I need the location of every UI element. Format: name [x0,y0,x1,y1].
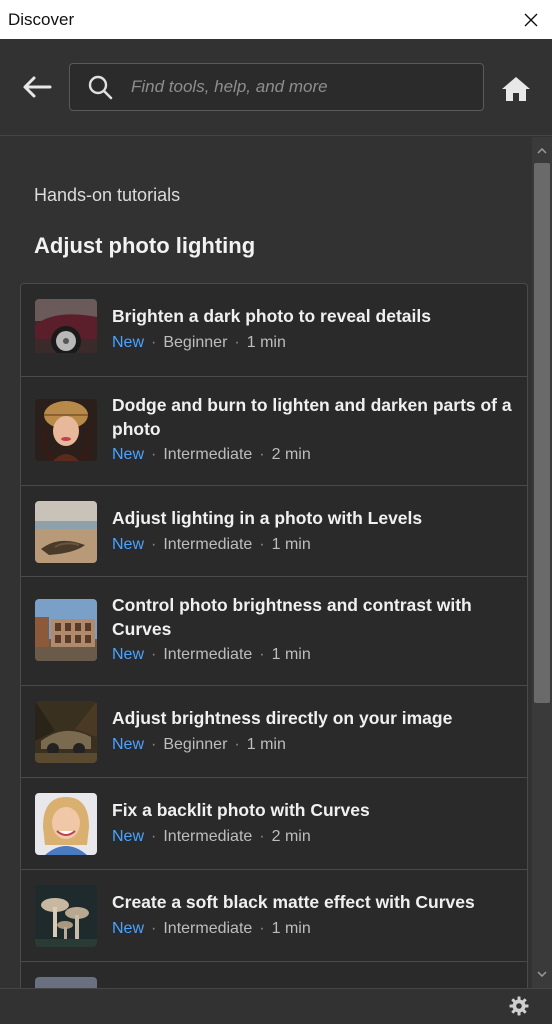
tutorial-level: Beginner [163,334,228,351]
tutorial-duration: 2 min [271,828,311,845]
new-badge: New [112,334,145,351]
new-badge: New [112,446,145,463]
close-icon[interactable] [520,9,542,31]
tutorial-level: Intermediate [163,536,253,553]
new-badge: New [112,920,145,937]
section-eyebrow: Hands-on tutorials [34,185,181,205]
tutorial-meta: New · Intermediate · 1 min [112,920,311,937]
beach-thumbnail [35,501,97,563]
tutorial-duration: 1 min [271,920,311,937]
tutorial-item[interactable]: Fix a backlit photo with Curves New · Inte… [21,777,527,869]
tutorial-duration: 1 min [271,536,311,553]
tutorial-meta: New · Intermediate · 2 min [112,828,311,845]
tutorial-title: Fix a backlit photo with Curves [112,800,370,820]
tutorial-item[interactable]: Adjust brightness directly on your image… [21,685,527,777]
tutorial-item[interactable]: Adjust lighting in a photo with Levels N… [21,485,527,576]
new-badge: New [112,828,145,845]
tutorials-panel: Hands-on tutorials Adjust photo lighting… [0,137,532,988]
mushrooms-thumbnail [35,885,97,947]
tutorial-meta: New · Intermediate · 1 min [112,646,311,663]
new-badge: New [112,646,145,663]
portrait-thumbnail [35,399,97,461]
tutorial-meta: New · Beginner · 1 min [112,334,286,351]
tutorial-title: Brighten a dark photo to reveal details [112,306,431,326]
tutorial-title: Adjust brightness directly on your image [112,708,453,728]
tutorial-level: Intermediate [163,446,253,463]
tutorial-item[interactable]: Create a soft black matte effect with Cu… [21,869,527,961]
scrollbar-thumb[interactable] [534,163,550,703]
tutorial-duration: 1 min [246,334,286,351]
tutorial-duration: 1 min [271,646,311,663]
search-icon [87,74,113,100]
vertical-scrollbar[interactable] [532,137,552,988]
panel-footer [0,988,552,1024]
tutorial-thumbnail [35,977,97,988]
back-arrow-icon[interactable] [22,75,52,99]
tutorial-level: Intermediate [163,828,253,845]
vintage-car-thumbnail [35,299,97,361]
new-badge: New [112,736,145,753]
tutorial-item[interactable]: Dodge and burn to lighten and darken par… [21,376,527,485]
tutorial-meta: New · Intermediate · 1 min [112,536,311,553]
tutorial-list: Brighten a dark photo to reveal details … [20,283,528,988]
gear-icon[interactable] [509,996,529,1016]
tutorial-title: Adjust lighting in a photo with Levels [112,508,423,528]
colosseum-thumbnail [35,599,97,661]
child-portrait-thumbnail [35,793,97,855]
section-title: Adjust photo lighting [34,233,256,258]
home-icon[interactable] [501,76,531,102]
new-badge: New [112,536,145,553]
scroll-down-arrow-icon[interactable] [532,964,552,984]
tutorial-title: Control photo brightness and contrast wi… [112,595,472,639]
tutorial-meta: New · Beginner · 1 min [112,736,286,753]
window-title: Discover [8,9,75,29]
tutorial-item[interactable] [21,961,527,988]
tutorial-item[interactable]: Brighten a dark photo to reveal details … [21,284,527,376]
discover-header [0,39,552,136]
search-box[interactable] [69,63,484,111]
tutorial-title: Dodge and burn to lighten and darken par… [112,395,512,439]
tutorial-level: Intermediate [163,920,253,937]
tutorial-duration: 1 min [246,736,286,753]
window-titlebar: Discover [0,0,552,39]
search-input[interactable] [131,77,451,97]
tutorial-meta: New · Intermediate · 2 min [112,446,311,463]
abandoned-car-thumbnail [35,701,97,763]
scroll-up-arrow-icon[interactable] [532,141,552,161]
tutorial-item[interactable]: Control photo brightness and contrast wi… [21,576,527,685]
tutorial-level: Beginner [163,736,228,753]
tutorial-level: Intermediate [163,646,253,663]
tutorial-duration: 2 min [271,446,311,463]
tutorial-title: Create a soft black matte effect with Cu… [112,892,475,912]
